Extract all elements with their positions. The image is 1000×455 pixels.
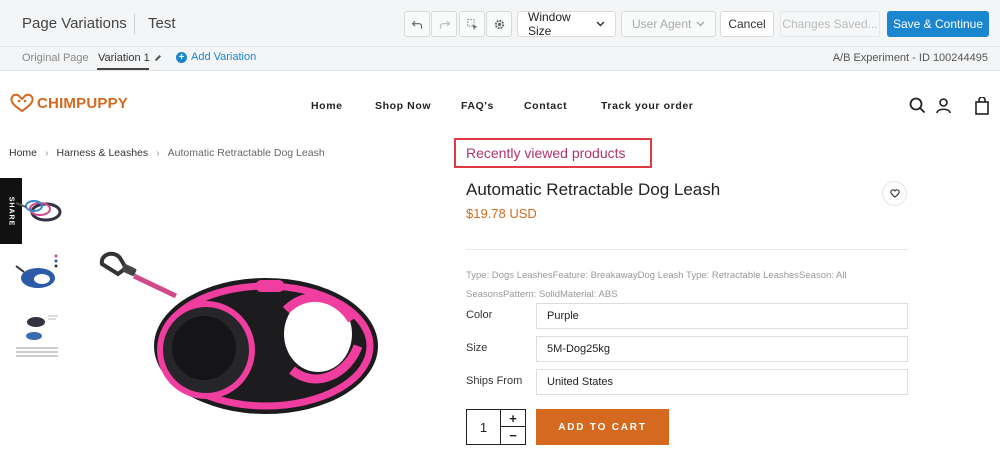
active-tab-indicator (97, 68, 149, 70)
gear-icon (494, 19, 504, 29)
product-title: Automatic Retractable Dog Leash (466, 180, 721, 199)
quantity-buttons: + − (500, 410, 525, 444)
option-label-size: Size (466, 342, 488, 354)
site-logo[interactable]: CHIMPUPPY (9, 93, 128, 113)
page-preview: CHIMPUPPY Home Shop Now FAQ's Contact Tr… (0, 72, 1000, 455)
nav-shop-now[interactable]: Shop Now (375, 100, 431, 112)
user-agent-dropdown[interactable]: User Agent (621, 11, 716, 37)
save-continue-button[interactable]: Save & Continue (887, 11, 989, 37)
add-variation-link[interactable]: + Add Variation (176, 51, 256, 63)
nav-faqs[interactable]: FAQ's (461, 100, 494, 112)
window-size-label: Window Size (528, 10, 571, 38)
select-element-icon (466, 18, 477, 30)
plus-circle-icon: + (176, 51, 187, 63)
logo-text: CHIMPUPPY (37, 94, 128, 112)
quantity-increment-button[interactable]: + (501, 410, 525, 427)
product-description: Type: Dogs LeashesFeature: BreakawayDog … (466, 270, 847, 300)
chevron-down-icon (596, 21, 605, 27)
tab-variation-1[interactable]: Variation 1 (98, 52, 162, 64)
product-thumbnail-2[interactable] (12, 250, 62, 296)
editor-title: Page Variations (22, 15, 127, 32)
variation-tabs-bar: Original Page Variation 1 + Add Variatio… (0, 47, 1000, 71)
add-to-cart-button[interactable]: ADD TO CART (536, 409, 669, 445)
title-divider (134, 14, 135, 34)
product-price: $19.78 USD (466, 206, 537, 221)
breadcrumb-current: Automatic Retractable Dog Leash (167, 147, 325, 159)
recently-viewed-label: Recently viewed products (466, 145, 626, 161)
wishlist-button[interactable] (882, 181, 907, 206)
nav-track-order[interactable]: Track your order (601, 100, 693, 112)
breadcrumb-home[interactable]: Home (9, 147, 37, 159)
quantity-stepper: 1 + − (466, 409, 526, 445)
tab-original-page[interactable]: Original Page (22, 52, 89, 64)
element-select-button[interactable] (459, 11, 485, 37)
quantity-decrement-button[interactable]: − (501, 427, 525, 444)
changes-saved-button[interactable]: Changes Saved... (780, 11, 880, 37)
redo-icon (439, 20, 450, 29)
pencil-icon[interactable] (154, 54, 162, 62)
color-select[interactable]: Purple (536, 303, 908, 329)
tab-variation-1-label: Variation 1 (98, 52, 150, 64)
option-label-color: Color (466, 309, 493, 321)
nav-contact[interactable]: Contact (524, 100, 567, 112)
chevron-down-icon (696, 21, 705, 27)
nav-home[interactable]: Home (311, 100, 343, 112)
ships-from-value: United States (547, 376, 614, 388)
experiment-id: A/B Experiment - ID 100244495 (832, 52, 988, 64)
product-main-image[interactable] (96, 250, 386, 420)
experiment-name[interactable]: Test (148, 15, 176, 32)
add-variation-label: Add Variation (191, 51, 257, 63)
option-label-ships-from: Ships From (466, 375, 523, 387)
breadcrumb-separator: › (156, 147, 160, 159)
settings-button[interactable] (486, 11, 512, 37)
breadcrumb-harness-leashes[interactable]: Harness & Leashes (57, 147, 149, 159)
editor-toolbar: Page Variations Test Window Size User Ag… (0, 0, 1000, 47)
size-value: 5M-Dog25kg (547, 343, 610, 355)
heart-icon (889, 189, 900, 198)
cancel-button[interactable]: Cancel (720, 11, 774, 37)
account-icon[interactable] (935, 97, 952, 114)
section-divider (466, 249, 908, 250)
user-agent-label: User Agent (632, 17, 692, 31)
chimpuppy-logo-icon (10, 93, 34, 113)
quantity-input[interactable]: 1 (467, 410, 500, 444)
breadcrumb-separator: › (45, 147, 49, 159)
product-thumbnail-1[interactable] (12, 189, 62, 235)
size-select[interactable]: 5M-Dog25kg (536, 336, 908, 362)
ships-from-select[interactable]: United States (536, 369, 908, 395)
product-thumbnail-3[interactable] (12, 312, 62, 358)
cart-icon[interactable] (974, 97, 990, 115)
breadcrumb: Home › Harness & Leashes › Automatic Ret… (9, 147, 325, 159)
search-icon[interactable] (909, 97, 926, 114)
undo-button[interactable] (404, 11, 430, 37)
redo-button[interactable] (431, 11, 457, 37)
color-value: Purple (547, 310, 579, 322)
window-size-dropdown[interactable]: Window Size (517, 10, 616, 38)
undo-icon (411, 20, 422, 29)
recently-viewed-products[interactable]: Recently viewed products (454, 138, 652, 168)
